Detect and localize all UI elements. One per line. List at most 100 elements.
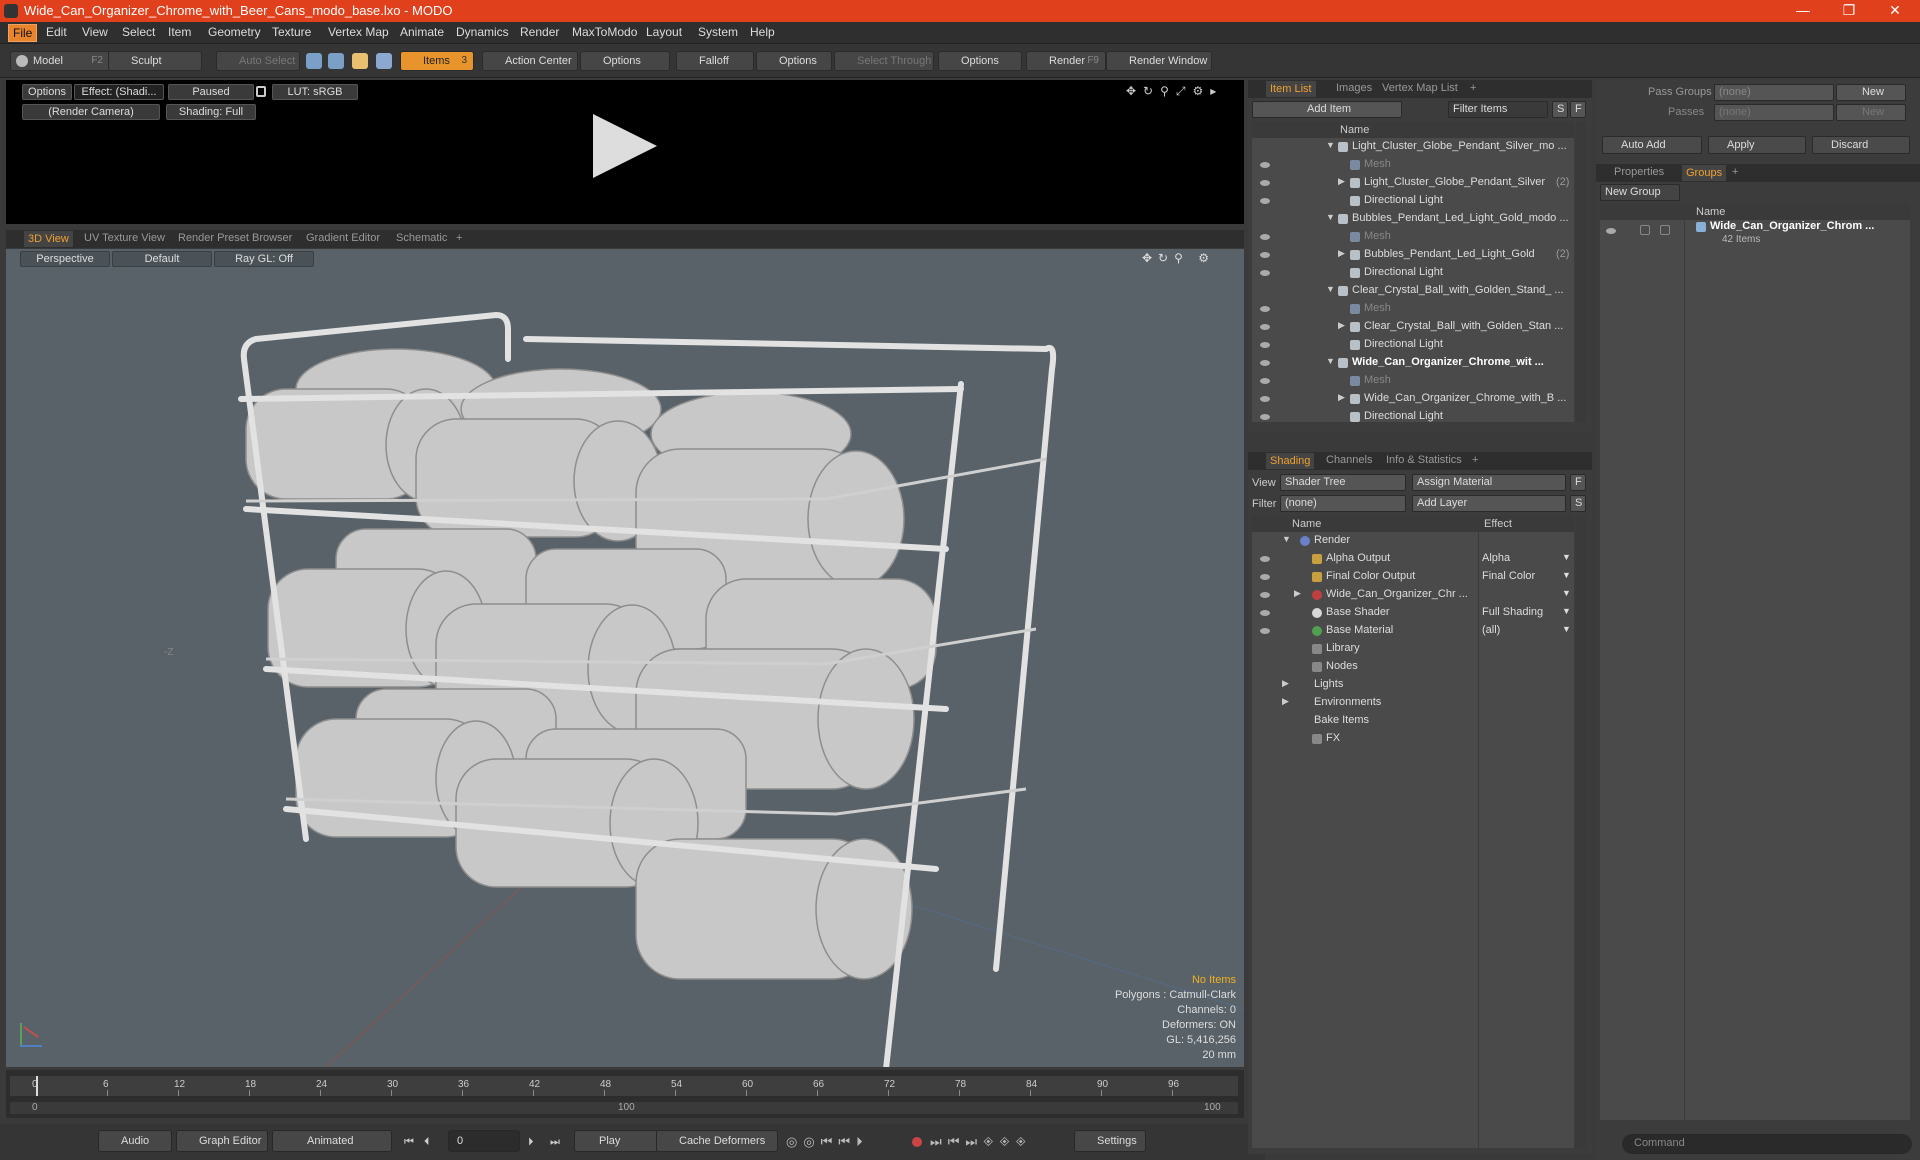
new-pass-button[interactable]: New xyxy=(1836,104,1906,121)
item-list-row[interactable]: ▶ Clear_Crystal_Ball_with_Golden_Stan ... xyxy=(1252,318,1574,336)
add-groups-tab[interactable]: + xyxy=(1732,166,1738,178)
add-shading-tab[interactable]: + xyxy=(1472,454,1478,466)
shader-tree[interactable]: Name Effect ▼ Render Alpha Output Alpha ▼ Fin… xyxy=(1252,516,1574,1148)
menu-file[interactable]: File xyxy=(8,24,38,42)
item-tree[interactable]: Name ▼ Light_Cluster_Globe_Pendant_Silver… xyxy=(1252,122,1574,422)
shading-f-button[interactable]: F xyxy=(1570,474,1586,491)
expand-arrow-icon[interactable]: ▶ xyxy=(1294,588,1301,599)
frame-input[interactable]: 0 xyxy=(448,1130,520,1152)
menu-geometry[interactable]: Geometry xyxy=(208,25,261,39)
menu-edit[interactable]: Edit xyxy=(46,25,67,39)
pass-groups-dropdown[interactable]: (none) xyxy=(1714,84,1834,101)
timeline[interactable]: 0 6 12 18 24 30 36 42 48 54 60 66 72 78 84 90 96 0 100 1… xyxy=(6,1070,1244,1118)
render-camera-dropdown[interactable]: (Render Camera) xyxy=(22,104,160,120)
playhead[interactable] xyxy=(36,1076,38,1096)
collapse-arrow-icon[interactable]: ▼ xyxy=(1326,140,1335,150)
options-button-3[interactable]: Options xyxy=(938,51,1022,71)
lock-icon[interactable] xyxy=(256,86,266,97)
render-window-button[interactable]: Render Window xyxy=(1106,51,1212,71)
paused-button[interactable]: Paused xyxy=(168,84,254,100)
menu-system[interactable]: System xyxy=(698,25,738,39)
visibility-eye-icon[interactable] xyxy=(1260,396,1270,402)
item-list-row[interactable]: Mesh xyxy=(1252,300,1574,318)
visibility-eye-icon[interactable] xyxy=(1260,360,1270,366)
expand-arrow-icon[interactable]: ▶ xyxy=(1338,176,1345,187)
shader-effect-value[interactable]: Alpha xyxy=(1482,552,1510,564)
visibility-eye-icon[interactable] xyxy=(1260,270,1270,276)
group-select-checkbox[interactable] xyxy=(1660,225,1670,235)
sculpt-mode-button[interactable]: Sculpt xyxy=(108,51,202,71)
item-list-row[interactable]: ▼ Light_Cluster_Globe_Pendant_Silver_mo .… xyxy=(1252,138,1574,156)
item-s-button[interactable]: S xyxy=(1552,101,1568,118)
menu-layout[interactable]: Layout xyxy=(646,25,682,39)
menu-help[interactable]: Help xyxy=(750,25,775,39)
keyframe-tools-icons[interactable]: ◎◎⏮⏮⏵ xyxy=(786,1134,869,1150)
add-item-dropdown[interactable]: Add Item xyxy=(1252,101,1402,118)
falloff-button[interactable]: Falloff xyxy=(676,51,754,71)
tab-shading[interactable]: Shading xyxy=(1266,453,1315,469)
assign-material-dropdown[interactable]: Assign Material xyxy=(1412,474,1566,491)
audio-button[interactable]: Audio xyxy=(98,1130,172,1152)
visibility-eye-icon[interactable] xyxy=(1260,180,1270,186)
apply-button[interactable]: Apply xyxy=(1708,136,1806,154)
item-list-scrollbar[interactable] xyxy=(1576,122,1586,422)
tab-render-preset-browser[interactable]: Render Preset Browser xyxy=(178,232,292,244)
menu-vertex-map[interactable]: Vertex Map xyxy=(328,25,389,39)
polygons-mode-icon[interactable] xyxy=(352,53,368,69)
shading-dropdown[interactable]: Shading: Full xyxy=(166,104,256,120)
play-icon[interactable] xyxy=(593,114,657,178)
group-visibility-icon[interactable] xyxy=(1606,228,1616,234)
item-list-row[interactable]: Mesh xyxy=(1252,372,1574,390)
effect-dropdown-arrow-icon[interactable]: ▼ xyxy=(1562,624,1571,634)
item-list-row[interactable]: ▼ Bubbles_Pendant_Led_Light_Gold_modo ... xyxy=(1252,210,1574,228)
model-mode-button[interactable]: Model F2 xyxy=(10,51,110,71)
shader-tree-row[interactable]: Final Color Output Final Color ▼ xyxy=(1252,568,1574,586)
item-list-row[interactable]: Mesh xyxy=(1252,228,1574,246)
render-nav-icons[interactable]: ✥↻⚲⤢⚙▸ xyxy=(1126,84,1223,99)
item-f-button[interactable]: F xyxy=(1570,101,1586,118)
menu-maxtomodo[interactable]: MaxToModo xyxy=(572,25,637,39)
minimize-button[interactable]: — xyxy=(1780,0,1826,22)
maximize-button[interactable]: ❐ xyxy=(1826,0,1872,22)
animated-dropdown[interactable]: Animated xyxy=(272,1130,392,1152)
item-list-row[interactable]: Directional Light xyxy=(1252,192,1574,210)
edges-mode-icon[interactable] xyxy=(328,53,344,69)
visibility-eye-icon[interactable] xyxy=(1260,378,1270,384)
tab-properties[interactable]: Properties xyxy=(1614,166,1664,178)
command-input[interactable]: Command xyxy=(1622,1134,1912,1154)
item-list-row[interactable]: Directional Light xyxy=(1252,336,1574,354)
shader-effect-value[interactable]: Full Shading xyxy=(1482,606,1543,618)
visibility-eye-icon[interactable] xyxy=(1260,252,1270,258)
expand-arrow-icon[interactable]: ▶ xyxy=(1282,678,1289,689)
shading-scrollbar[interactable] xyxy=(1576,516,1586,1148)
lut-dropdown[interactable]: LUT: sRGB xyxy=(272,84,358,100)
tab-images[interactable]: Images xyxy=(1336,82,1372,94)
tab-info-statistics[interactable]: Info & Statistics xyxy=(1386,454,1462,466)
vertices-mode-icon[interactable] xyxy=(306,53,322,69)
groups-tree[interactable]: Name Wide_Can_Organizer_Chrom ... 42 Ite… xyxy=(1600,204,1910,1120)
record-icon[interactable] xyxy=(912,1137,922,1147)
item-list-row[interactable]: ▶ Bubbles_Pendant_Led_Light_Gold (2) xyxy=(1252,246,1574,264)
prev-key-icon[interactable]: ⏴ xyxy=(424,1136,430,1149)
tab-groups[interactable]: Groups xyxy=(1682,165,1727,181)
item-list-row[interactable]: ▼ Wide_Can_Organizer_Chrome_wit ... xyxy=(1252,354,1574,372)
shader-tree-row[interactable]: Bake Items xyxy=(1252,712,1574,730)
shader-tree-row[interactable]: Nodes xyxy=(1252,658,1574,676)
select-through-button[interactable]: Select Through xyxy=(834,51,934,71)
group-item-name[interactable]: Wide_Can_Organizer_Chrom ... xyxy=(1710,220,1874,232)
effect-dropdown[interactable]: Effect: (Shadi... xyxy=(74,84,164,100)
new-group-button[interactable]: New Group xyxy=(1600,184,1680,201)
collapse-arrow-icon[interactable]: ▼ xyxy=(1326,284,1335,294)
passes-dropdown[interactable]: (none) xyxy=(1714,104,1834,121)
next-key-icon[interactable]: ⏵ xyxy=(528,1136,534,1149)
effect-dropdown-arrow-icon[interactable]: ▼ xyxy=(1562,552,1571,562)
tab-vertex-map-list[interactable]: Vertex Map List xyxy=(1382,82,1458,94)
visibility-eye-icon[interactable] xyxy=(1260,628,1270,634)
items-mode-button[interactable]: Items 3 xyxy=(400,51,474,71)
shader-tree-row[interactable]: ▶ Lights xyxy=(1252,676,1574,694)
menu-render[interactable]: Render xyxy=(520,25,559,39)
item-list-row[interactable]: Directional Light xyxy=(1252,408,1574,426)
render-button[interactable]: Render F9 xyxy=(1026,51,1106,71)
skip-start-icon[interactable]: ⏮ xyxy=(404,1136,414,1149)
add-tab-button[interactable]: + xyxy=(456,232,462,244)
